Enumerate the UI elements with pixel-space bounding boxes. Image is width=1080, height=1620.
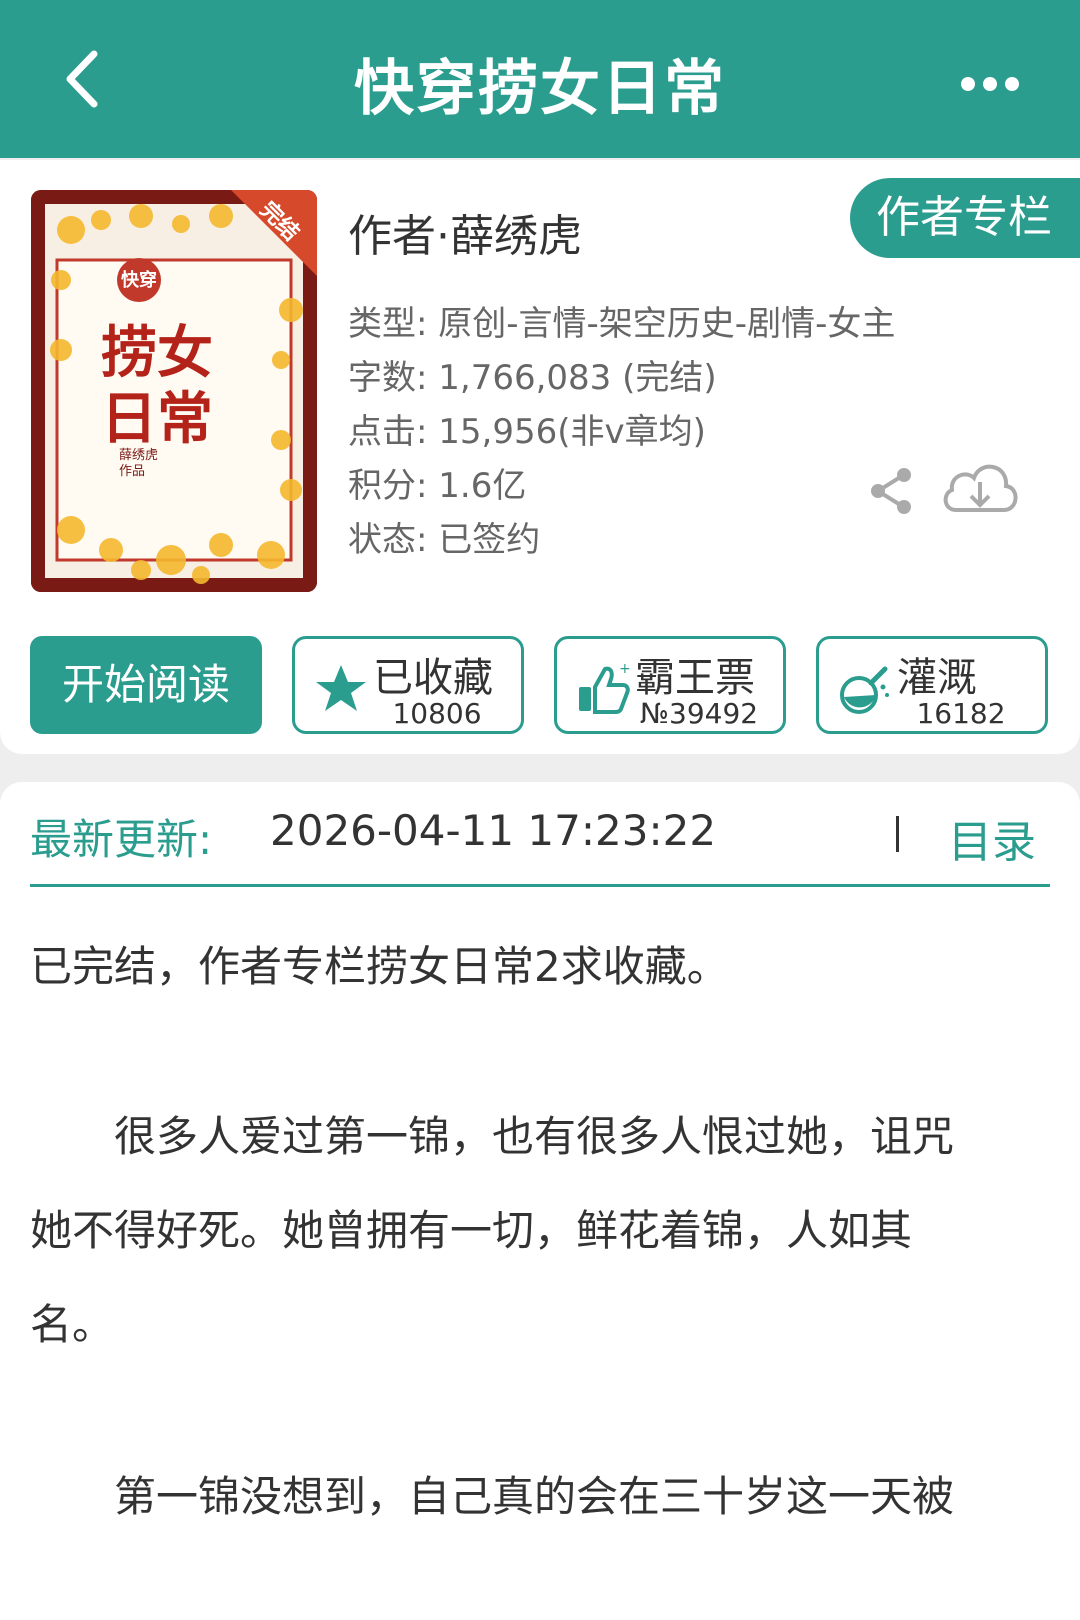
vote-label: 霸王票 xyxy=(635,655,755,701)
meta-clicks: 点击: 15,956(非v章均) xyxy=(348,412,706,452)
page-title: 快穿捞女日常 xyxy=(354,54,726,124)
vote-button[interactable]: + 霸王票 №39492 xyxy=(554,636,786,734)
top-app-bar: 快穿捞女日常 xyxy=(0,0,1080,158)
meta-word-count: 字数: 1,766,083 (完结) xyxy=(348,358,717,398)
author-name[interactable]: 作者·薛绣虎 xyxy=(348,200,582,264)
summary-line: 名。 xyxy=(30,1300,115,1349)
meta-status: 状态: 已签约 xyxy=(348,520,541,560)
book-info-card: 完结 快穿 捞女日常 薛绣虎作品 作者·薛绣虎 作者专栏 类型: 原创-言情-架… xyxy=(0,160,1080,754)
start-reading-button[interactable]: 开始阅读 xyxy=(30,636,262,734)
collect-label: 已收藏 xyxy=(373,655,493,701)
summary-line: 她不得好死。她曾拥有一切，鲜花着锦，人如其 xyxy=(30,1206,913,1255)
collect-count: 10806 xyxy=(392,697,482,730)
share-icon[interactable] xyxy=(866,466,916,516)
summary-line: 很多人爱过第一锦，也有很多人恨过她，诅咒 xyxy=(30,1112,955,1161)
water-button[interactable]: 灌溉 16182 xyxy=(816,636,1048,734)
summary-line: 第一锦没想到，自己真的会在三十岁这一天被 xyxy=(30,1472,955,1521)
vote-count: №39492 xyxy=(639,697,759,730)
latest-update-label: 最新更新: xyxy=(30,815,213,864)
water-label: 灌溉 xyxy=(897,655,977,701)
meta-type: 类型: 原创-言情-架空历史-剧情-女主 xyxy=(348,304,896,344)
cover-tag: 快穿 xyxy=(121,270,157,291)
svg-text:+: + xyxy=(619,661,631,677)
collect-button[interactable]: 已收藏 10806 xyxy=(292,636,524,734)
latest-update-time[interactable]: 2026-04-11 17:23:22 xyxy=(270,806,716,855)
water-count: 16182 xyxy=(916,697,1006,730)
book-cover[interactable]: 完结 快穿 捞女日常 薛绣虎作品 xyxy=(31,190,317,592)
summary-notice: 已完结，作者专栏捞女日常2求收藏。 xyxy=(30,942,729,991)
download-cloud-icon[interactable] xyxy=(938,456,1022,520)
divider xyxy=(896,816,899,852)
meta-points: 积分: 1.6亿 xyxy=(348,466,527,506)
underline-divider xyxy=(30,884,1050,887)
latest-update-bar: 最新更新: 2026-04-11 17:23:22 目录 xyxy=(0,782,1080,920)
cover-author: 薛绣虎作品 xyxy=(119,448,159,479)
table-of-contents-link[interactable]: 目录 xyxy=(948,806,1036,870)
author-column-button[interactable]: 作者专栏 xyxy=(850,178,1080,258)
cover-title-art: 捞女日常 xyxy=(101,320,213,452)
book-summary: 已完结，作者专栏捞女日常2求收藏。 很多人爱过第一锦，也有很多人恨过她，诅咒 她… xyxy=(0,920,1080,1620)
more-horizontal-icon[interactable] xyxy=(950,64,1030,104)
